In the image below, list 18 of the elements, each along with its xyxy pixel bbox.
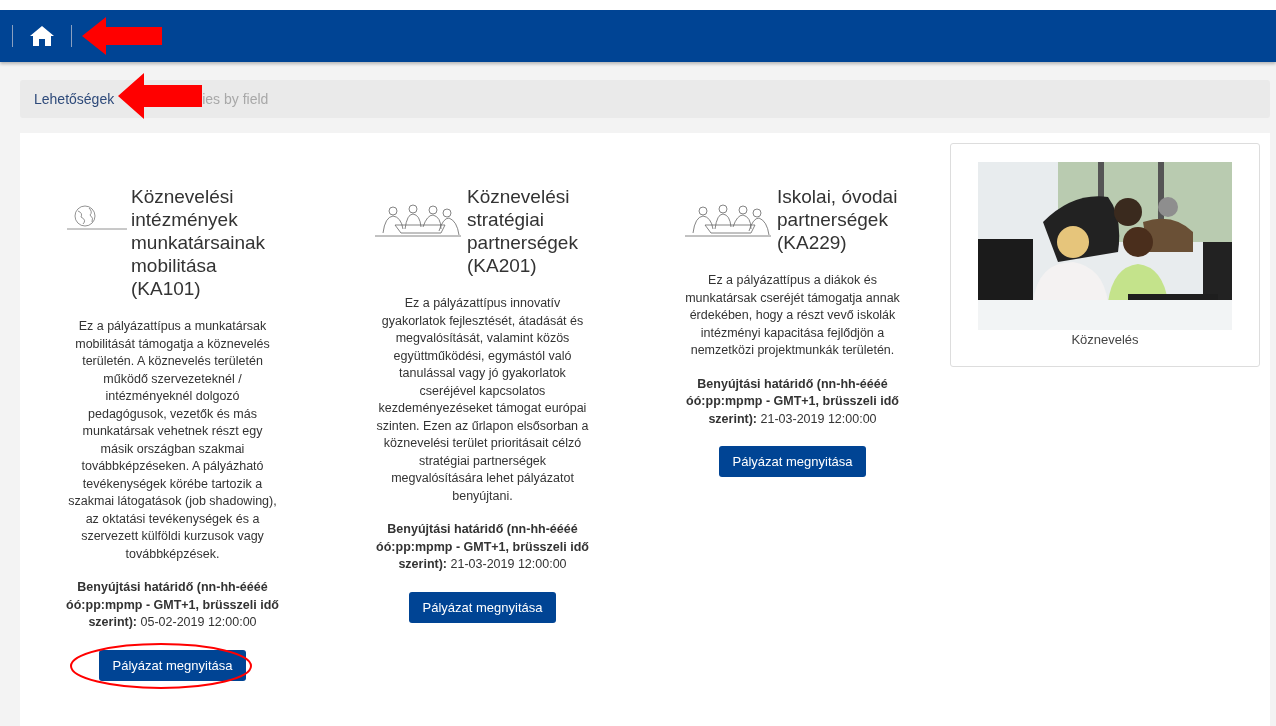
- deadline-text: Benyújtási határidő (nn-hh-éééé óó:pp:mpmp - GMT+1, brüsszeli idő szerint): 21-03-2019 12:00:00: [375, 521, 590, 573]
- home-icon[interactable]: [29, 25, 55, 47]
- deadline-text: Benyújtási határidő (nn-hh-éééé óó:pp:mpmp - GMT+1, brüsszeli idő szerint): 05-02-2019 12:00:00: [65, 579, 280, 631]
- program-description: Ez a pályázattípus a diákok és munkatársak cseréjét támogatja annak érdekében, hogy a részt vevő iskolák intézményi kapacitása fejlődjön a nemzetközi projektmunkák területén.: [685, 272, 900, 359]
- program-title: Iskolai, óvodai partnerségek (KA229): [777, 185, 899, 254]
- program-description: Ez a pályázattípus innovatív gyakorlatok fejlesztését, átadását és megvalósítását, valamint közös együttműködési, egymástól való tanulással vagy jó gyakorlatok cseréjével kapcsolatos kezdeményezéseket támogat európai szinten. Ezen az űrlapon elsősorban a köznevelési terület prioritásait célzó stratégiai partnerségek megvalósítására lehet pályázatot benyújtani.: [375, 295, 590, 505]
- breadcrumb-link[interactable]: Lehetőségek: [34, 91, 115, 107]
- open-application-button[interactable]: Pályázat megnyitása: [98, 649, 247, 681]
- program-title: Köznevelési stratégiai partnerségek (KA201): [467, 185, 579, 277]
- field-card[interactable]: Köznevelés: [950, 143, 1260, 367]
- open-application-button[interactable]: Pályázat megnyitása: [408, 591, 557, 623]
- globe-sketch-icon: [65, 203, 129, 233]
- breadcrumb-current: ies by field: [202, 91, 269, 107]
- program-description: Ez a pályázattípus a munkatársak mobilitását támogatja a köznevelés területén. A köznevelés területén működő szervezeteknél / intézményeknél dolgozó pedagógusok, vezetők és más munkatársak vehetnek részt egy másik országban szakmai továbbképzéseken. A pályázható tevékenységek körébe tartozik a szakmai látogatások (job shadowing), az oktatási tevékenységek és a szervezett külföldi kurzusok vagy továbbképzések.: [67, 318, 278, 563]
- program-title: Köznevelési intézmények munkatársainak mobilitása (KA101): [131, 185, 267, 300]
- open-application-button[interactable]: Pályázat megnyitása: [718, 446, 867, 477]
- deadline-text: Benyújtási határidő (nn-hh-éééé óó:pp:mpmp - GMT+1, brüsszeli idő szerint): 21-03-2019 12:00:00: [685, 375, 900, 428]
- card-caption: Köznevelés: [1071, 332, 1139, 347]
